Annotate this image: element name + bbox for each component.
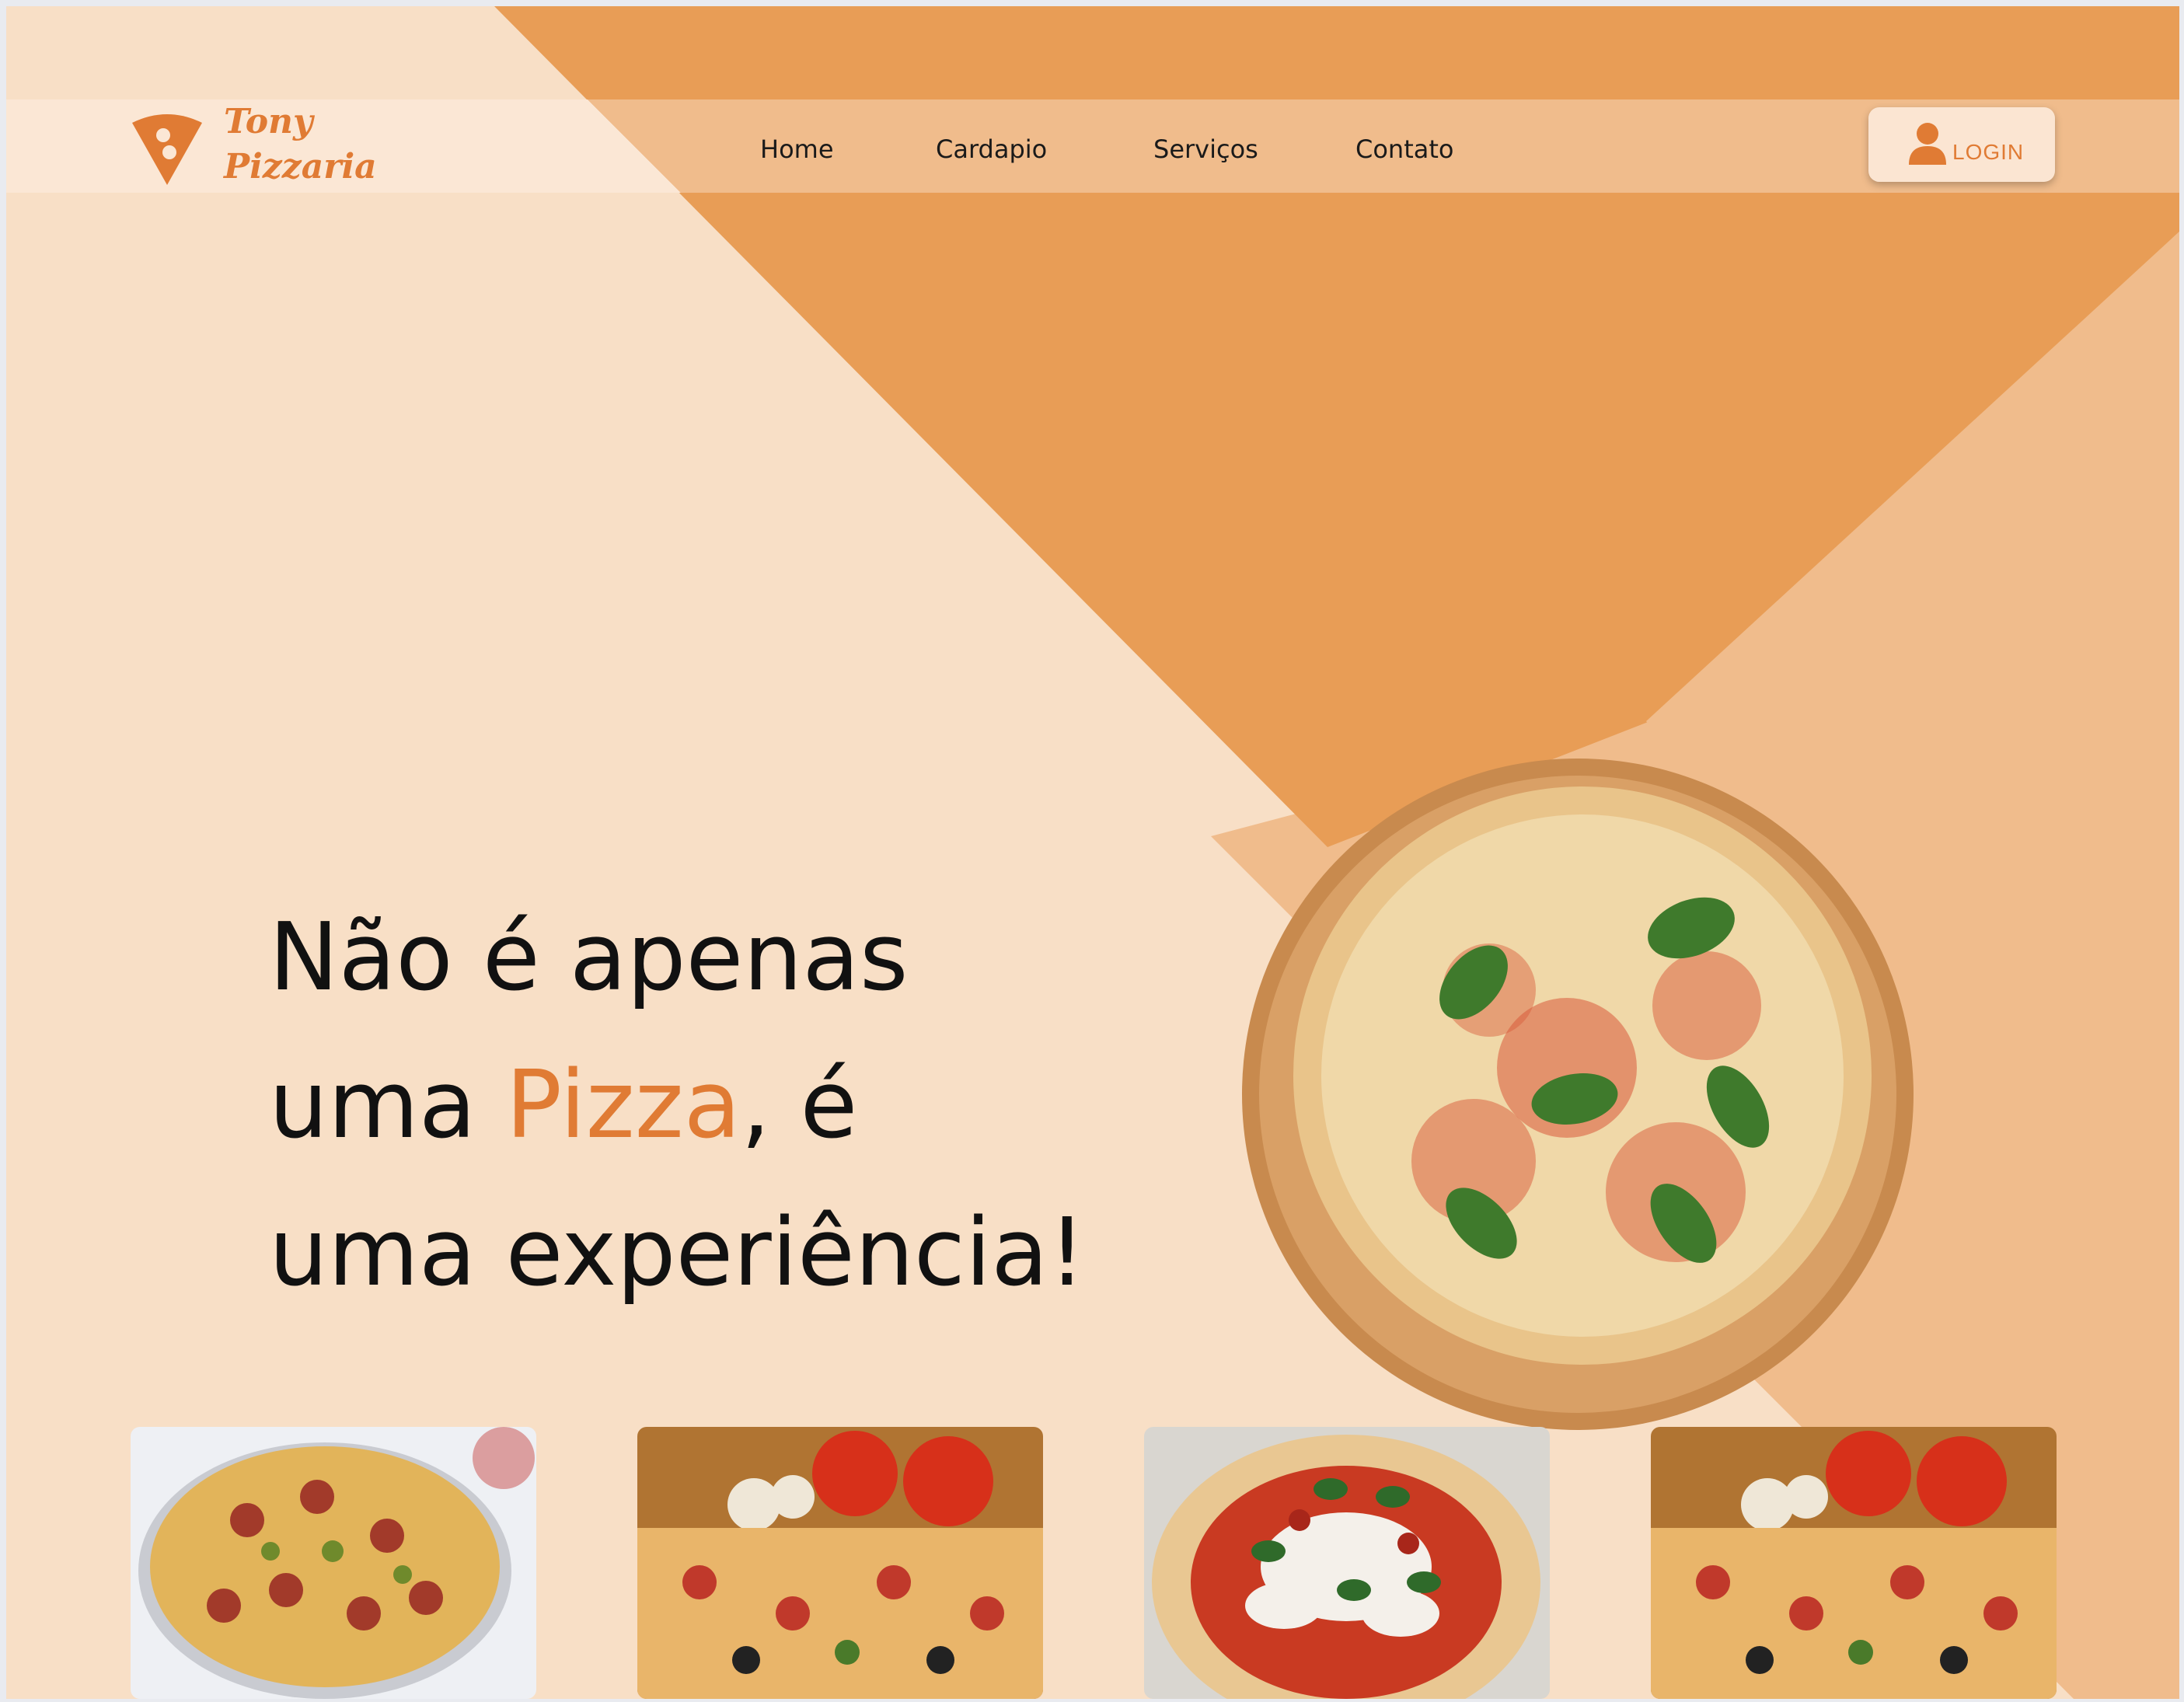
gallery-image-3[interactable] <box>1144 1427 1550 1699</box>
hero-line-2: uma Pizza, é <box>269 1032 1086 1180</box>
nav-home[interactable]: Home <box>760 134 834 165</box>
hero-line-2-suffix: , é <box>741 1052 858 1160</box>
hero-accent-word: Pizza <box>505 1052 741 1160</box>
navbar: Tony Pizzaria Home Cardapio Serviços Con… <box>6 99 2179 193</box>
hero-line-2-prefix: uma <box>269 1052 506 1160</box>
gallery-image-2[interactable] <box>637 1427 1043 1699</box>
login-button[interactable]: LOGIN <box>1868 107 2055 182</box>
brand-name-line2: Pizzaria <box>224 147 377 187</box>
user-icon <box>1909 123 1946 165</box>
gallery-image-4[interactable] <box>1651 1427 2057 1699</box>
brand-name-line1: Tony <box>224 102 313 141</box>
login-label: LOGIN <box>1952 140 2025 164</box>
hero-heading: Não é apenas uma Pizza, é uma experiênci… <box>269 884 1086 1327</box>
nav-contato[interactable]: Contato <box>1355 134 1453 165</box>
page: Tony Pizzaria Home Cardapio Serviços Con… <box>6 6 2179 1699</box>
hero-line-1: Não é apenas <box>269 904 909 1012</box>
hero-pizza-image <box>1242 759 1914 1430</box>
hero-line-3: uma experiência! <box>269 1199 1086 1307</box>
nav-servicos[interactable]: Serviços <box>1153 134 1258 165</box>
gallery-image-1[interactable] <box>131 1427 536 1699</box>
pizza-slice-icon <box>132 114 202 185</box>
brand-logo-text[interactable]: Tony Pizzaria <box>224 99 377 190</box>
nav-cardapio[interactable]: Cardapio <box>936 134 1047 165</box>
